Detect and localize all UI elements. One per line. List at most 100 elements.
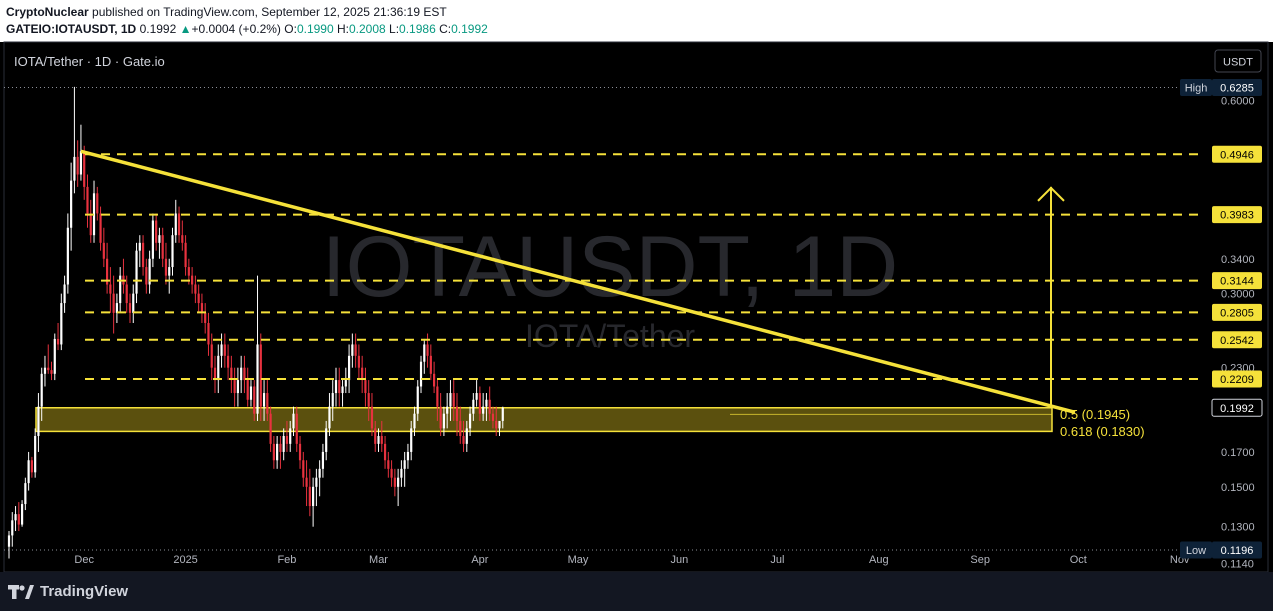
candle-up [151, 220, 154, 259]
candle-down [393, 477, 396, 487]
candle-down [86, 186, 89, 214]
candle-down [164, 258, 168, 276]
candle-up [321, 451, 325, 469]
candle-down [197, 293, 200, 304]
time-axis[interactable]: Dec 2025 Feb Mar Apr May Jun Jul Aug Sep Oct Nov [74, 554, 1190, 566]
time-axis-tick: Mar [369, 554, 388, 566]
candle-down [89, 213, 92, 236]
watermark: IOTAUSDT, 1D IOTA/Tether [322, 219, 899, 354]
candle-down [462, 436, 465, 444]
time-axis-tick: Feb [277, 554, 296, 566]
candle-down [207, 323, 210, 345]
candle-down [426, 344, 429, 356]
candle-down [488, 399, 491, 414]
candle-up [351, 344, 354, 356]
candle-down [145, 267, 148, 285]
tradingview-logo-icon [8, 584, 34, 599]
time-axis-tick: Aug [869, 554, 889, 566]
candle-up [312, 486, 315, 507]
candle-up [168, 267, 171, 276]
candle-down [390, 468, 393, 478]
candle-up [449, 393, 452, 407]
candle-up [468, 413, 472, 429]
candle-up [135, 250, 138, 294]
candle-up [328, 406, 331, 429]
price-axis-tick: 0.3400 [1221, 254, 1255, 266]
low-badge-label: Low [1186, 545, 1206, 557]
candle-up [37, 406, 40, 437]
candle-down [295, 413, 298, 444]
price-axis-tick: 0.6000 [1221, 95, 1255, 107]
high-price-tag-label: 0.6285 [1220, 83, 1254, 95]
candle-up [70, 180, 73, 228]
price-axis-tick: 0.1500 [1221, 482, 1255, 494]
resistance-price-tag-label: 0.4946 [1220, 149, 1254, 161]
candle-down [495, 420, 498, 429]
candle-up [410, 428, 413, 452]
candle-down [367, 393, 370, 407]
candle-up [43, 367, 47, 374]
candle-down [285, 436, 289, 444]
resistance-price-tag-label: 0.3983 [1220, 210, 1254, 222]
candle-up [11, 520, 14, 536]
low-price-tag-label: 0.1196 [1221, 545, 1254, 557]
candle-down [184, 242, 187, 268]
chart-canvas[interactable]: IOTAUSDT, 1D IOTA/Tether 0.5 (0.1945) 0.6… [0, 0, 1273, 572]
candle-down [455, 406, 459, 421]
candle-down [223, 344, 226, 356]
candle-up [485, 399, 488, 407]
fib-level-label: 0.5 (0.1945) [1060, 407, 1130, 422]
candle-up [236, 380, 239, 394]
candle-down [204, 312, 207, 324]
candle-up [138, 242, 141, 251]
candle-down [308, 486, 311, 507]
candle-up [341, 386, 344, 394]
candle-down [155, 220, 158, 243]
tradingview-logo[interactable]: TradingView [8, 583, 128, 600]
fib-level-label: 0.618 (0.1830) [1060, 424, 1145, 439]
candle-up [40, 373, 43, 407]
candle-down [141, 242, 145, 268]
candle-down [96, 193, 99, 214]
candle-down [246, 380, 249, 400]
candle-down [433, 373, 436, 387]
time-axis-tick: Oct [1070, 554, 1087, 566]
time-axis-tick: Jun [670, 554, 688, 566]
candle-down [177, 213, 181, 236]
candle-up [475, 393, 478, 400]
price-axis[interactable]: 0.70000.60000.34000.30000.23000.17000.15… [1180, 49, 1263, 570]
candle-up [292, 413, 295, 429]
candle-up [282, 436, 285, 452]
candle-down [181, 235, 184, 243]
candle-up [7, 535, 11, 547]
resistance-price-tag-label: 0.3144 [1220, 276, 1254, 288]
candle-down [76, 156, 79, 175]
price-axis-tick: 0.3000 [1221, 289, 1255, 301]
candle-down [305, 477, 308, 487]
candle-up [132, 293, 135, 313]
candle-down [210, 344, 213, 368]
candle-up [377, 436, 380, 444]
footer-bar: TradingView [0, 572, 1273, 611]
candle-up [347, 355, 351, 381]
chart-symbol-title[interactable]: IOTA/Tether · 1D · Gate.io [14, 54, 165, 69]
candle-up [34, 436, 37, 473]
candle-down [279, 443, 282, 452]
candle-up [498, 420, 501, 429]
candle-down [452, 393, 455, 407]
candle-up [220, 344, 223, 356]
candle-up [482, 406, 485, 414]
candle-down [83, 151, 86, 187]
descending-trendline [80, 149, 1076, 414]
candle-down [380, 436, 383, 444]
candle-down [226, 355, 230, 368]
watermark-description: IOTA/Tether [525, 318, 695, 354]
candle-down [357, 355, 360, 368]
candle-up [446, 406, 449, 414]
candle-down [439, 406, 442, 429]
candle-up [413, 413, 416, 429]
candle-up [24, 483, 27, 505]
candle-up [171, 235, 174, 268]
candle-down [233, 380, 236, 394]
tradingview-logo-text: TradingView [40, 583, 129, 600]
